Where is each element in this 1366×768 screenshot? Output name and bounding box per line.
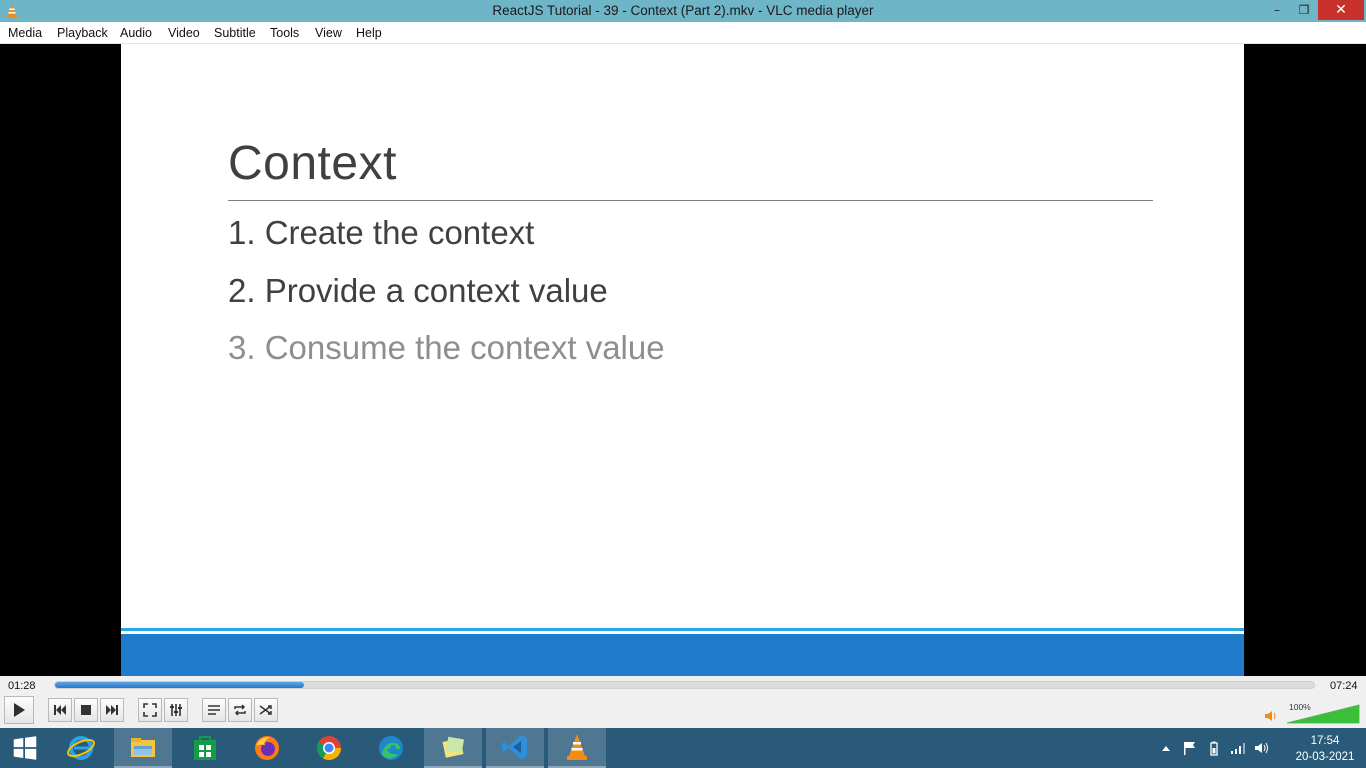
playlist-button[interactable]: [202, 698, 226, 722]
play-icon: [14, 703, 25, 717]
store-icon: [194, 736, 216, 760]
taskbar-clock[interactable]: 17:54 20-03-2021: [1285, 733, 1365, 765]
taskbar: 17:54 20-03-2021: [0, 728, 1366, 768]
vscode-icon: [502, 735, 527, 759]
file-explorer-icon: [131, 738, 155, 757]
volume-slider-fill: [1287, 705, 1359, 723]
seek-bar-fill: [55, 682, 305, 688]
slide-item: 1. Create the context: [228, 214, 535, 251]
taskbar-edge[interactable]: [362, 728, 420, 768]
chrome-icon: [316, 736, 341, 761]
extended-settings-button[interactable]: [164, 698, 188, 722]
menu-subtitle[interactable]: Subtitle: [214, 26, 256, 40]
taskbar-vscode[interactable]: [486, 728, 544, 768]
volume-control[interactable]: 100%: [1262, 700, 1362, 726]
menu-media[interactable]: Media: [8, 26, 42, 40]
fullscreen-icon: [143, 703, 157, 717]
window-title: ReactJS Tutorial - 39 - Context (Part 2)…: [492, 3, 874, 18]
slide-title: Context: [228, 137, 397, 190]
taskbar-chrome[interactable]: [300, 728, 358, 768]
firefox-icon: [255, 736, 279, 760]
elapsed-time: 01:28: [8, 680, 36, 692]
playlist-icon: [208, 705, 220, 715]
menu-tools[interactable]: Tools: [270, 26, 299, 40]
slide-item: 2. Provide a context value: [228, 272, 608, 309]
menu-view[interactable]: View: [315, 26, 342, 40]
edge-icon: [379, 736, 403, 760]
start-button[interactable]: [0, 728, 50, 768]
stop-icon: [81, 705, 91, 715]
menu-audio[interactable]: Audio: [120, 26, 152, 40]
volume-slider[interactable]: [1286, 702, 1360, 724]
loop-icon: [234, 704, 246, 716]
shuffle-icon: [259, 705, 272, 715]
speaker-icon: [1265, 711, 1276, 721]
next-button[interactable]: [100, 698, 124, 722]
network-signal-icon[interactable]: [1229, 740, 1247, 756]
sticky-notes-icon: [442, 736, 465, 758]
close-button[interactable]: ✕: [1318, 0, 1364, 20]
total-time: 07:24: [1330, 680, 1358, 692]
vlc-icon: [567, 734, 587, 760]
show-hidden-icons-icon[interactable]: [1159, 740, 1173, 756]
equalizer-icon: [170, 704, 182, 716]
playback-controls: 01:28 07:24 100%: [0, 676, 1366, 728]
skip-forward-icon: [106, 705, 118, 715]
taskbar-file-explorer[interactable]: [114, 728, 172, 768]
taskbar-internet-explorer[interactable]: [52, 728, 110, 768]
fullscreen-button[interactable]: [138, 698, 162, 722]
taskbar-firefox[interactable]: [238, 728, 296, 768]
clock-time: 17:54: [1310, 735, 1340, 747]
title-bar: ReactJS Tutorial - 39 - Context (Part 2)…: [0, 0, 1366, 22]
action-center-flag-icon[interactable]: [1181, 740, 1199, 756]
taskbar-sticky-notes[interactable]: [424, 728, 482, 768]
taskbar-vlc[interactable]: [548, 728, 606, 768]
previous-button[interactable]: [48, 698, 72, 722]
skip-back-icon: [54, 705, 66, 715]
menu-help[interactable]: Help: [356, 26, 382, 40]
stop-button[interactable]: [74, 698, 98, 722]
shuffle-button[interactable]: [254, 698, 278, 722]
system-tray: 17:54 20-03-2021: [1155, 728, 1366, 768]
maximize-button[interactable]: ❐: [1291, 0, 1317, 20]
internet-explorer-icon: [67, 736, 95, 760]
video-area[interactable]: Context 1. Create the context 2. Provide…: [0, 44, 1366, 676]
menu-video[interactable]: Video: [168, 26, 200, 40]
minimize-button[interactable]: –: [1264, 0, 1290, 20]
loop-button[interactable]: [228, 698, 252, 722]
volume-tray-icon[interactable]: [1253, 740, 1271, 756]
battery-icon[interactable]: [1207, 740, 1221, 756]
menu-playback[interactable]: Playback: [57, 26, 108, 40]
play-button[interactable]: [4, 696, 34, 724]
taskbar-store[interactable]: [176, 728, 234, 768]
video-frame-slide: Context 1. Create the context 2. Provide…: [121, 44, 1244, 676]
windows-start-icon: [13, 736, 37, 760]
clock-date: 20-03-2021: [1295, 751, 1355, 763]
menu-bar: Media Playback Audio Video Subtitle Tool…: [0, 22, 1366, 44]
slide-footer-band: [121, 634, 1244, 676]
slide-item: 3. Consume the context value: [228, 329, 665, 366]
slide-divider: [228, 200, 1153, 201]
slide-footer-line: [121, 628, 1244, 631]
seek-bar[interactable]: [54, 681, 1315, 689]
